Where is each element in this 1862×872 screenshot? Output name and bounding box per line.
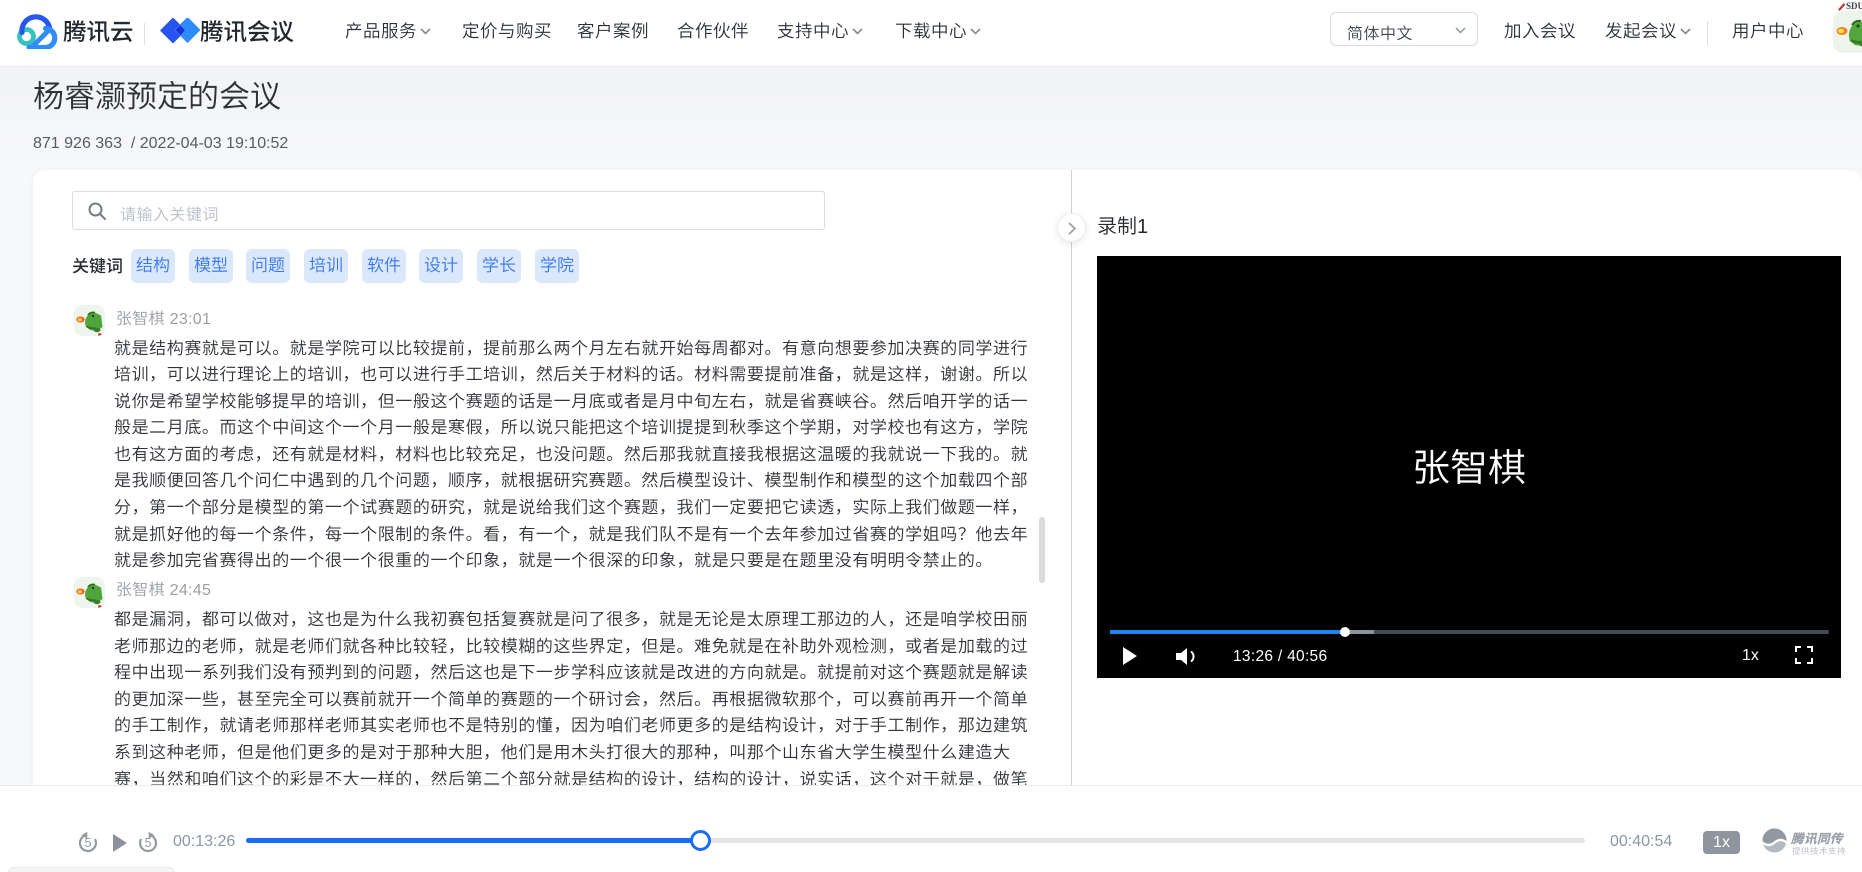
svg-text:5: 5 [85,836,92,850]
svg-text:5: 5 [145,836,152,850]
